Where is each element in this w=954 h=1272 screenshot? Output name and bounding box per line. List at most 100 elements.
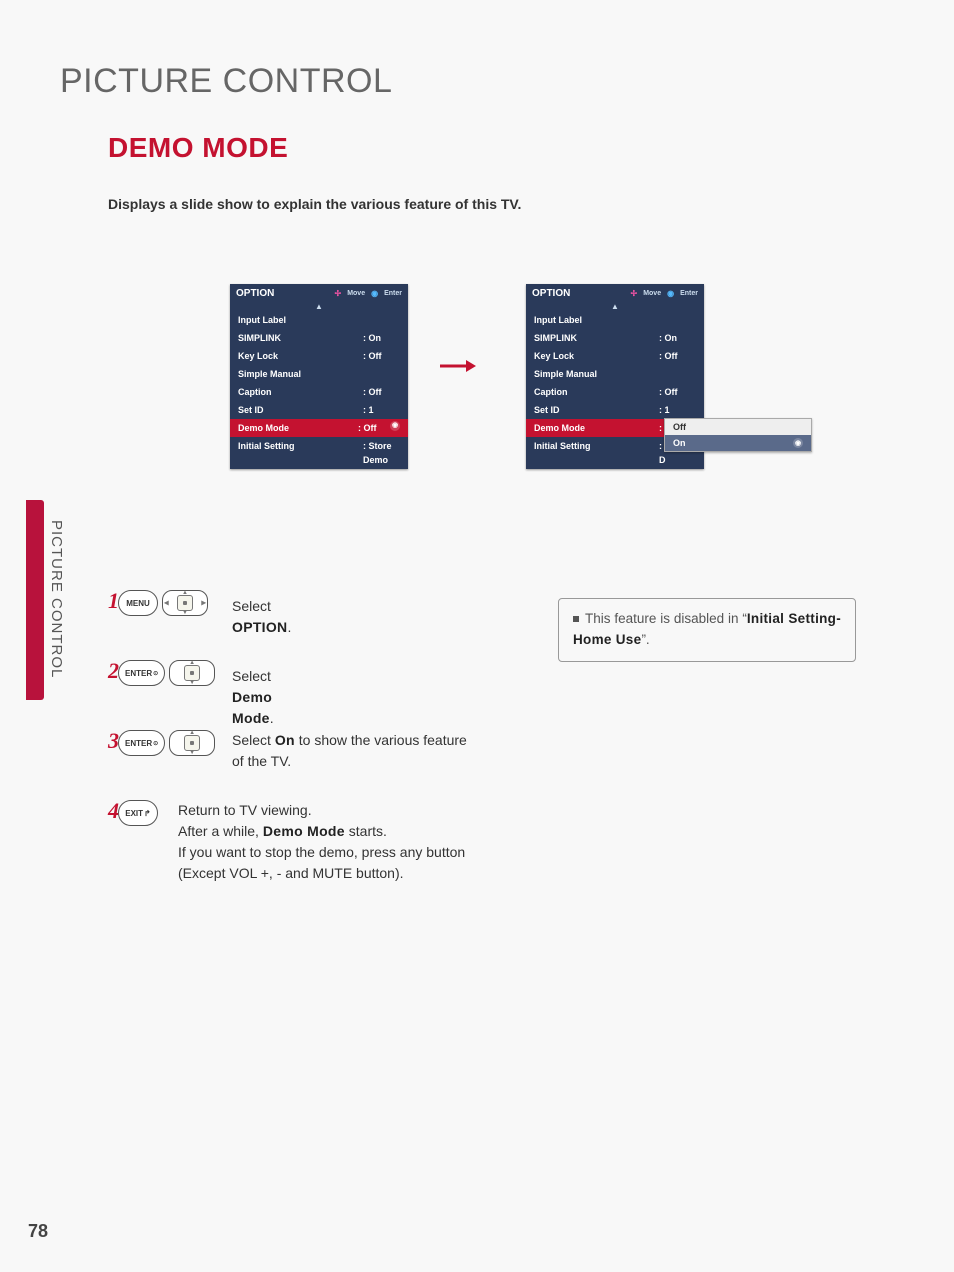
enter-dot-icon: ◉ xyxy=(371,289,378,298)
menu-button-icon: MENU xyxy=(118,590,158,616)
osd-row-highlight: Demo Mode : Off ◉ xyxy=(230,419,408,437)
osd-label: Initial Setting xyxy=(534,439,659,467)
bullet-icon xyxy=(573,616,579,622)
t: Select xyxy=(232,598,271,614)
t-bold: On xyxy=(275,732,295,748)
osd-row: SIMPLINK: On xyxy=(526,329,704,347)
up-arrow-icon: ▲ xyxy=(526,303,704,311)
osd-row: Caption: Off xyxy=(230,383,408,401)
circle-icon: ⊙ xyxy=(153,670,158,677)
osd-label: Simple Manual xyxy=(238,367,363,381)
enter-label: Enter xyxy=(384,290,402,297)
osd-header: OPTION ✢ Move ◉ Enter xyxy=(526,284,704,303)
osd-label: Set ID xyxy=(534,403,659,417)
submenu-popup: Off On ◉ xyxy=(664,418,812,452)
exit-arrow-icon: ↱ xyxy=(144,809,151,818)
osd-label: Caption xyxy=(238,385,363,399)
enter-icon: ◉ xyxy=(793,438,803,448)
t: Return to TV viewing. xyxy=(178,802,312,818)
note-text: This feature is disabled in “ xyxy=(585,611,747,626)
osd-label: SIMPLINK xyxy=(238,331,363,345)
osd-value: : Off xyxy=(363,349,400,363)
enter-dot-icon: ◉ xyxy=(667,289,674,298)
osd-menu-before: OPTION ✢ Move ◉ Enter ▲ Input Label SIMP… xyxy=(230,284,408,469)
osd-value: : 1 xyxy=(659,403,696,417)
enter-icon: ◉ xyxy=(390,421,400,431)
move-icon: ✢ xyxy=(631,289,638,298)
t: After a while, xyxy=(178,823,263,839)
osd-value: : Store Demo xyxy=(363,439,400,467)
move-label: Move xyxy=(643,290,661,297)
osd-label: Input Label xyxy=(238,313,363,327)
side-tab xyxy=(26,500,44,700)
arrow-right-icon xyxy=(438,358,478,374)
step-text: Select Demo Mode. xyxy=(232,666,274,729)
exit-button-icon: EXIT↱ xyxy=(118,800,158,826)
osd-label: Key Lock xyxy=(534,349,659,363)
osd-label: SIMPLINK xyxy=(534,331,659,345)
step-text: Return to TV viewing. After a while, Dem… xyxy=(178,800,488,884)
osd-value: : Off xyxy=(358,421,390,435)
osd-row: Key Lock: Off xyxy=(526,347,704,365)
osd-row: SIMPLINK: On xyxy=(230,329,408,347)
t-bold: OPTION xyxy=(232,619,287,635)
t: . xyxy=(270,710,274,726)
t-bold: Demo Mode xyxy=(263,823,345,839)
osd-row: Set ID: 1 xyxy=(230,401,408,419)
t: . xyxy=(287,619,291,635)
osd-value: : 1 xyxy=(363,403,400,417)
t: Select xyxy=(232,668,271,684)
osd-row: Input Label xyxy=(526,311,704,329)
osd-row: Initial Setting: Store Demo xyxy=(230,437,408,469)
osd-value xyxy=(363,367,400,381)
circle-icon: ⊙ xyxy=(153,740,158,747)
osd-label: Set ID xyxy=(238,403,363,417)
osd-value: : Off xyxy=(363,385,400,399)
osd-value xyxy=(659,367,696,381)
step-text: Select OPTION. xyxy=(232,596,291,638)
move-label: Move xyxy=(347,290,365,297)
enter-button-icon: ENTER⊙ xyxy=(118,660,165,686)
osd-label: Simple Manual xyxy=(534,367,659,381)
move-icon: ✢ xyxy=(335,289,342,298)
osd-value xyxy=(659,313,696,327)
osd-label: Input Label xyxy=(534,313,659,327)
osd-value: : Off xyxy=(659,349,696,363)
osd-label: Caption xyxy=(534,385,659,399)
submenu-item-on: On ◉ xyxy=(665,435,811,451)
up-arrow-icon: ▲ xyxy=(230,303,408,311)
side-label: PICTURE CONTROL xyxy=(48,520,65,678)
osd-row: Simple Manual xyxy=(526,365,704,383)
osd-value xyxy=(363,313,400,327)
page-number: 78 xyxy=(28,1221,48,1242)
page-title: PICTURE CONTROL xyxy=(60,62,392,101)
osd-label: Demo Mode xyxy=(238,421,358,435)
step-text: Select On to show the various feature of… xyxy=(232,730,482,772)
submenu-label: On xyxy=(673,438,686,448)
enter-button-icon: ENTER⊙ xyxy=(118,730,165,756)
osd-title: OPTION xyxy=(236,288,274,299)
section-title: DEMO MODE xyxy=(108,132,288,164)
t: starts. xyxy=(345,823,387,839)
t: If you want to stop the demo, press any … xyxy=(178,844,465,881)
osd-header: OPTION ✢ Move ◉ Enter xyxy=(230,284,408,303)
osd-row: Input Label xyxy=(230,311,408,329)
note-text: ”. xyxy=(641,632,649,647)
section-description: Displays a slide show to explain the var… xyxy=(108,196,521,212)
dpad-icon: ▲▼ xyxy=(169,730,215,756)
t: Select xyxy=(232,732,275,748)
submenu-item-off: Off xyxy=(665,419,811,435)
osd-row: Caption: Off xyxy=(526,383,704,401)
osd-title: OPTION xyxy=(532,288,570,299)
enter-label: Enter xyxy=(680,290,698,297)
dpad-icon: ▲▼ xyxy=(169,660,215,686)
osd-value: : On xyxy=(363,331,400,345)
osd-label: Key Lock xyxy=(238,349,363,363)
osd-row: Set ID: 1 xyxy=(526,401,704,419)
osd-label: Initial Setting xyxy=(238,439,363,467)
note-box: This feature is disabled in “Initial Set… xyxy=(558,598,856,662)
dpad-icon: ▲▼◀▶ xyxy=(162,590,208,616)
osd-value: : On xyxy=(659,331,696,345)
osd-value: : Off xyxy=(659,385,696,399)
osd-row: Simple Manual xyxy=(230,365,408,383)
